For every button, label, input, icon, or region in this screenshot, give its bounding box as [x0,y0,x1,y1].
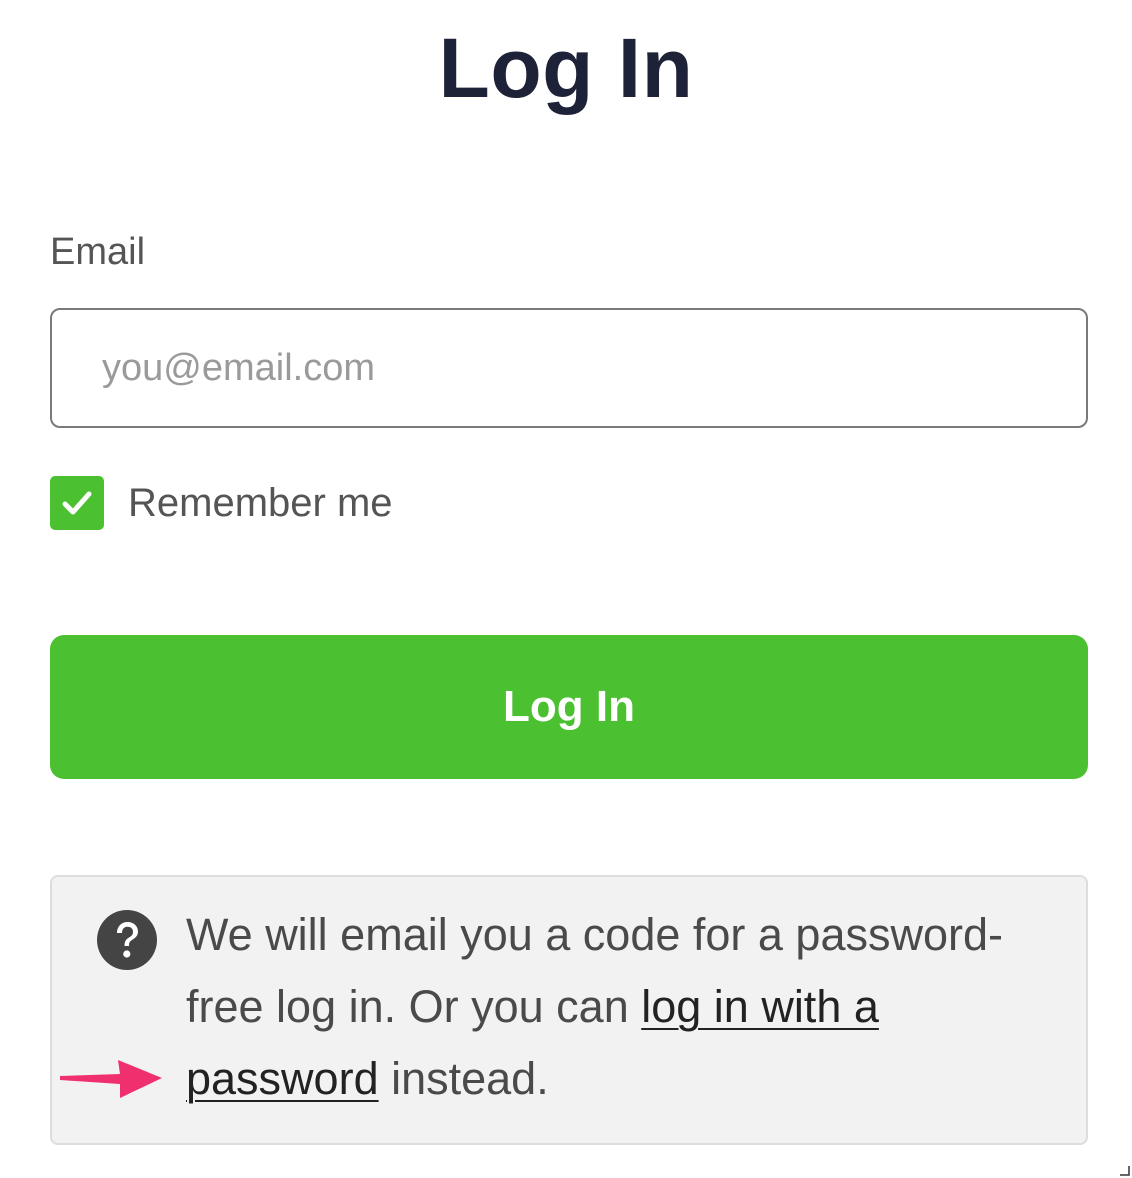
info-text: We will email you a code for a password-… [186,899,1046,1115]
question-circle-icon [97,910,157,970]
pink-arrow-icon [60,1060,162,1098]
email-label: Email [50,231,146,273]
remember-me-checkbox-row[interactable]: Remember me [50,476,393,530]
login-button[interactable]: Log In [50,635,1088,779]
checkmark-icon [62,491,92,515]
page-title: Log In [438,21,694,115]
info-text-lead: We will email you a code for a password-… [186,909,1004,1032]
remember-me-label: Remember me [128,481,393,525]
info-text-tail: instead. [378,1053,549,1104]
info-box: We will email you a code for a password-… [50,875,1088,1145]
remember-me-checkbox[interactable] [50,476,104,530]
resize-handle-icon [1120,1166,1130,1176]
email-field[interactable] [50,308,1088,428]
